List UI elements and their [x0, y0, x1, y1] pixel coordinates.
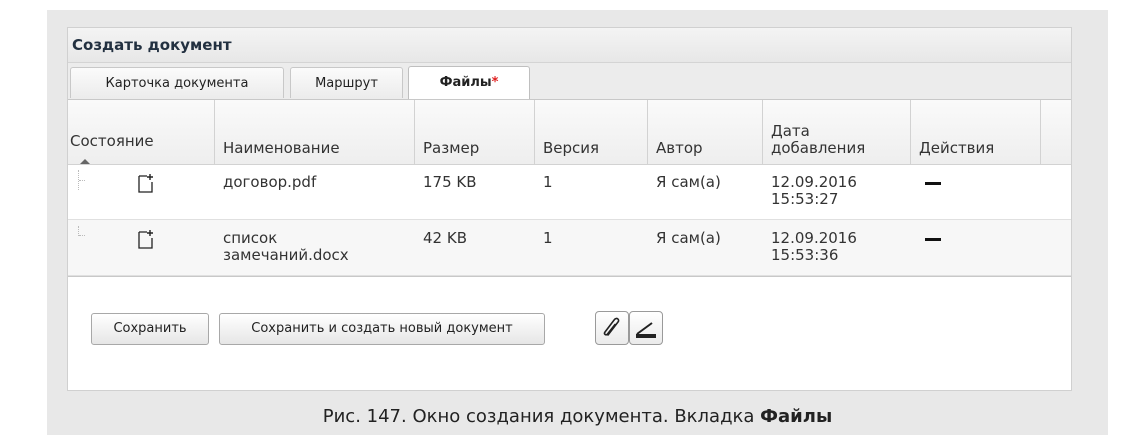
- file-date: 12.09.2016: [771, 173, 857, 191]
- tab-bar: Карточка документа Маршрут Файлы*: [68, 63, 1071, 100]
- dash-icon[interactable]: [925, 238, 941, 241]
- attach-file-button[interactable]: [595, 311, 629, 345]
- table-row[interactable]: договор.pdf 175 KB 1 Я сам(а) 12.09.2016…: [68, 164, 1071, 220]
- figure-caption: Рис. 147. Окно создания документа. Вклад…: [47, 402, 1108, 432]
- file-size: 42 KB: [423, 229, 467, 247]
- file-author: Я сам(а): [656, 173, 721, 191]
- scan-document-button[interactable]: [629, 311, 663, 345]
- new-file-icon: [138, 230, 153, 249]
- file-size: 175 KB: [423, 173, 477, 191]
- caption-text: Рис. 147. Окно создания документа. Вклад…: [322, 406, 761, 427]
- files-grid: Состояние Наименование Размер Версия Авт…: [68, 100, 1071, 277]
- create-document-window: Создать документ Карточка документа Марш…: [67, 27, 1072, 391]
- tab-route[interactable]: Маршрут: [290, 67, 403, 98]
- new-file-icon: [138, 174, 153, 193]
- column-header-version[interactable]: Версия: [535, 100, 648, 164]
- column-header-status[interactable]: Состояние: [68, 100, 215, 164]
- dash-icon[interactable]: [925, 182, 941, 185]
- table-row[interactable]: список замечаний.docx 42 KB 1 Я сам(а) 1…: [68, 220, 1071, 276]
- file-date: 12.09.2016: [771, 229, 857, 247]
- file-version: 1: [543, 229, 553, 247]
- tab-files-label: Файлы: [439, 75, 492, 90]
- save-and-create-new-button[interactable]: Сохранить и создать новый документ: [219, 313, 545, 345]
- tree-line: [78, 170, 87, 190]
- figure-frame: Создать документ Карточка документа Марш…: [47, 10, 1108, 435]
- file-version: 1: [543, 173, 553, 191]
- grid-header: Состояние Наименование Размер Версия Авт…: [68, 100, 1071, 165]
- caption-bold: Файлы: [760, 406, 833, 427]
- required-mark: *: [491, 75, 499, 90]
- column-header-date-added[interactable]: Дата добавления: [763, 100, 911, 164]
- column-header-size[interactable]: Размер: [415, 100, 535, 164]
- tree-line: [78, 226, 87, 236]
- file-author: Я сам(а): [656, 229, 721, 247]
- file-name[interactable]: список замечаний.docx: [223, 230, 373, 264]
- file-time: 15:53:27: [771, 190, 839, 208]
- column-header-author[interactable]: Автор: [648, 100, 763, 164]
- scanner-icon: [636, 322, 656, 338]
- tab-document-card[interactable]: Карточка документа: [70, 67, 284, 98]
- tab-files[interactable]: Файлы*: [408, 66, 530, 99]
- file-time: 15:53:36: [771, 246, 839, 264]
- window-title: Создать документ: [68, 28, 1071, 63]
- column-header-actions[interactable]: Действия: [911, 100, 1041, 164]
- save-button[interactable]: Сохранить: [91, 313, 209, 345]
- file-name[interactable]: договор.pdf: [223, 174, 316, 191]
- paperclip-icon: [603, 317, 620, 336]
- column-header-name[interactable]: Наименование: [215, 100, 415, 164]
